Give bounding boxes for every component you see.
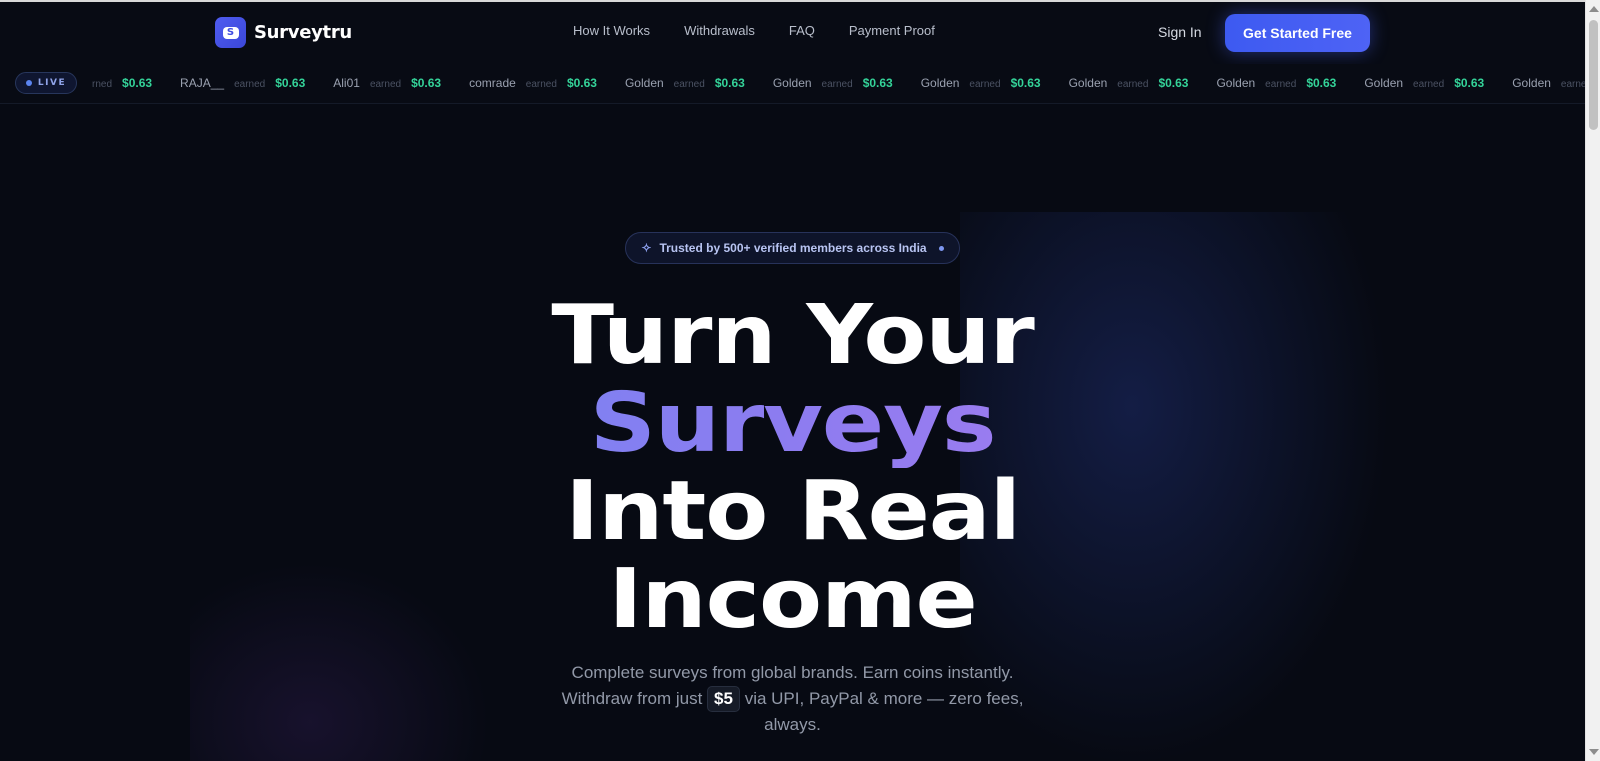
badge-dot-icon — [938, 245, 944, 251]
ticker-amount: $0.63 — [411, 76, 442, 90]
hero-headline: Turn Your Surveys Into Real Income — [0, 292, 1585, 644]
ticker-username: Golden — [1216, 76, 1256, 90]
ticker-username: comrade — [469, 76, 516, 90]
ticker-amount: $0.63 — [1010, 76, 1041, 90]
sparkle-icon: ✧ — [641, 241, 652, 255]
sign-in-link[interactable]: Sign In — [1158, 24, 1202, 40]
subtext-part-2: via UPI, PayPal & more — zero fees, alwa… — [744, 689, 1024, 734]
nav-withdrawals[interactable]: Withdrawals — [684, 23, 755, 38]
ticker-amount: $0.63 — [714, 76, 745, 90]
brand-logo[interactable]: S Surveytru — [215, 17, 352, 48]
live-dot-icon — [25, 80, 32, 86]
ticker-earned-label: earned — [673, 79, 705, 90]
ticker-earned-label: earned — [1413, 79, 1445, 90]
ticker-amount: $0.63 — [1454, 76, 1485, 90]
ticker-username: Golden — [772, 76, 812, 90]
ticker-track: rned $0.63 RAJA__ earned $0.63 Ali01 earned $0.… — [92, 76, 1585, 90]
hero-subtext: Complete surveys from global brands. Ear… — [540, 660, 1045, 738]
main-nav: How It Works Withdrawals FAQ Payment Pro… — [573, 23, 969, 38]
ticker-username: Golden — [920, 76, 960, 90]
headline-line-4: Income — [608, 552, 977, 647]
ticker-item: RAJA__ earned $0.63 — [180, 76, 305, 90]
ticker-amount: $0.63 — [1158, 76, 1189, 90]
brand-name: Surveytru — [254, 22, 352, 43]
trust-badge: ✧ Trusted by 500+ verified members acros… — [625, 232, 960, 264]
ticker-username: Ali01 — [333, 76, 360, 90]
ticker-earned-label: earned — [1117, 79, 1149, 90]
headline-line-1: Turn Your — [551, 288, 1034, 383]
ticker-username: Golden — [1364, 76, 1404, 90]
ticker-item: Golden earned $0.63 — [1364, 76, 1484, 90]
scroll-up-arrow-icon[interactable] — [1589, 6, 1599, 12]
ticker-amount: $0.63 — [275, 76, 306, 90]
ticker-earned-label: earned — [969, 79, 1001, 90]
scrollbar-thumb[interactable] — [1589, 20, 1598, 130]
ticker-item: Golden earned $0.63 — [625, 76, 745, 90]
ticker-earned-label: earned — [1265, 79, 1297, 90]
ticker-username: RAJA__ — [180, 76, 225, 90]
ticker-username: Golden — [1512, 76, 1551, 90]
nav-faq[interactable]: FAQ — [789, 23, 815, 38]
ticker-earned-label: rned — [92, 79, 113, 90]
ticker-item: Golden earned $0.63 — [773, 76, 893, 90]
live-badge: LIVE — [15, 72, 77, 94]
ticker-earned-label: earned — [525, 79, 557, 90]
ticker-item: Ali01 earned $0.63 — [333, 76, 441, 90]
live-label: LIVE — [37, 78, 67, 88]
ticker-username: Golden — [1068, 76, 1108, 90]
ticker-amount: $0.63 — [122, 76, 153, 90]
ticker-amount: $0.63 — [1306, 76, 1337, 90]
nav-how-it-works[interactable]: How It Works — [573, 23, 650, 38]
ticker-earned-label: earned — [1560, 79, 1585, 90]
site-header: S Surveytru How It Works Withdrawals FAQ… — [0, 2, 1585, 64]
ticker-item: Golden earned $0.63 — [921, 76, 1041, 90]
scroll-down-arrow-icon[interactable] — [1589, 749, 1599, 755]
nav-payment-proof[interactable]: Payment Proof — [849, 23, 935, 38]
ticker-item: Golden earned $0.63 — [1069, 76, 1189, 90]
ticker-item: comrade earned $0.63 — [469, 76, 597, 90]
ticker-earned-label: earned — [234, 79, 266, 90]
page-viewport: S Surveytru How It Works Withdrawals FAQ… — [0, 2, 1585, 761]
ticker-earned-label: earned — [369, 79, 402, 90]
headline-line-3: Into Real — [565, 464, 1021, 559]
ticker-earned-label: earned — [821, 79, 853, 90]
trust-badge-text: Trusted by 500+ verified members across … — [659, 241, 927, 255]
ticker-username: Golden — [624, 76, 664, 90]
min-withdraw-amount: $5 — [707, 686, 740, 712]
vertical-scrollbar[interactable] — [1585, 0, 1600, 761]
earnings-ticker: LIVE rned $0.63 RAJA__ earned $0.63 Ali01 earn… — [0, 64, 1585, 104]
logo-letter: S — [222, 26, 239, 39]
logo-icon: S — [215, 17, 246, 48]
headline-line-2: Surveys — [0, 380, 1585, 468]
ticker-amount: $0.63 — [862, 76, 893, 90]
ticker-item: Golden earned $0.63 — [1216, 76, 1336, 90]
ticker-item: Golden earned — [1512, 76, 1585, 90]
ticker-amount: $0.63 — [566, 76, 597, 90]
get-started-button[interactable]: Get Started Free — [1225, 14, 1370, 52]
ticker-item: rned $0.63 — [92, 76, 152, 90]
